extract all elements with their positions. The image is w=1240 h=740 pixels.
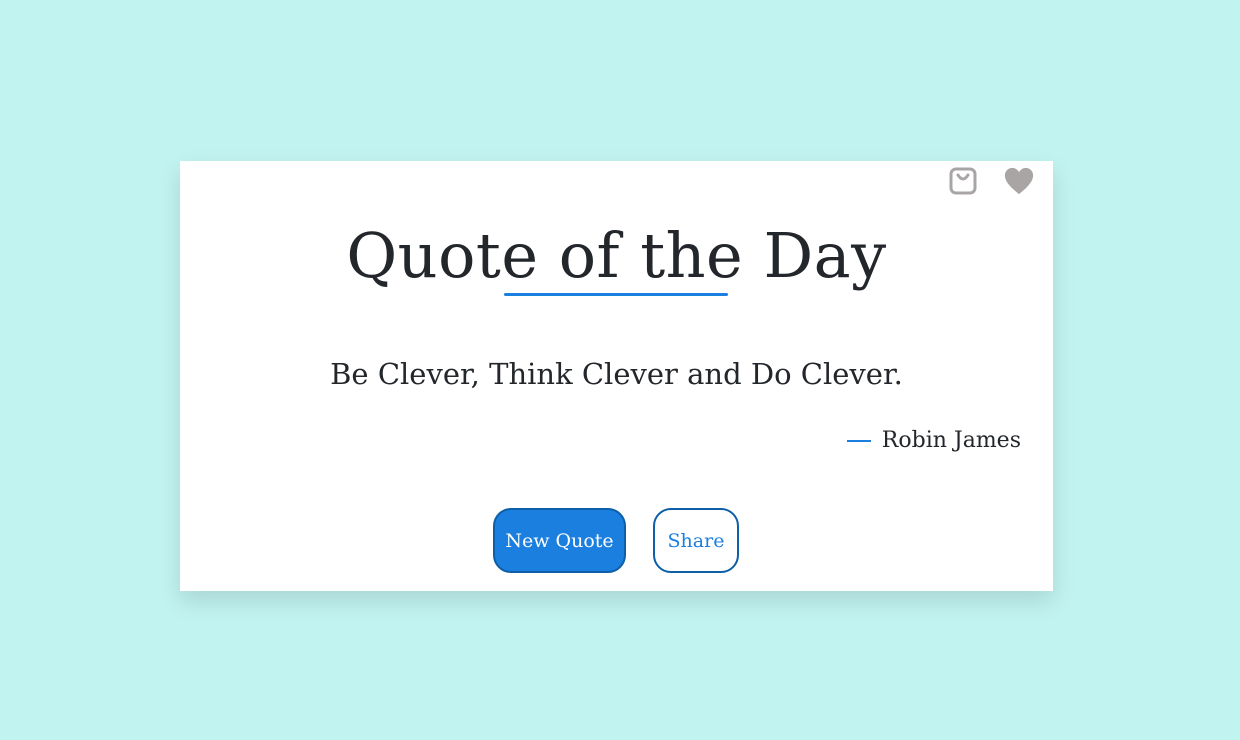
heart-icon[interactable] — [1003, 165, 1035, 197]
action-buttons: New Quote Share — [493, 508, 739, 573]
author-attribution: Robin James — [846, 428, 1021, 453]
share-button[interactable]: Share — [653, 508, 739, 573]
quote-text: Be Clever, Think Clever and Do Clever. — [330, 357, 903, 391]
title-underline — [504, 293, 728, 296]
shopping-bag-icon[interactable] — [947, 165, 979, 197]
page-title: Quote of the Day — [346, 219, 887, 292]
card-toolbar — [947, 165, 1035, 197]
new-quote-button[interactable]: New Quote — [493, 508, 626, 573]
author-dash — [846, 439, 871, 442]
quote-card: Quote of the Day Be Clever, Think Clever… — [180, 161, 1053, 591]
author-name: Robin James — [881, 428, 1021, 453]
